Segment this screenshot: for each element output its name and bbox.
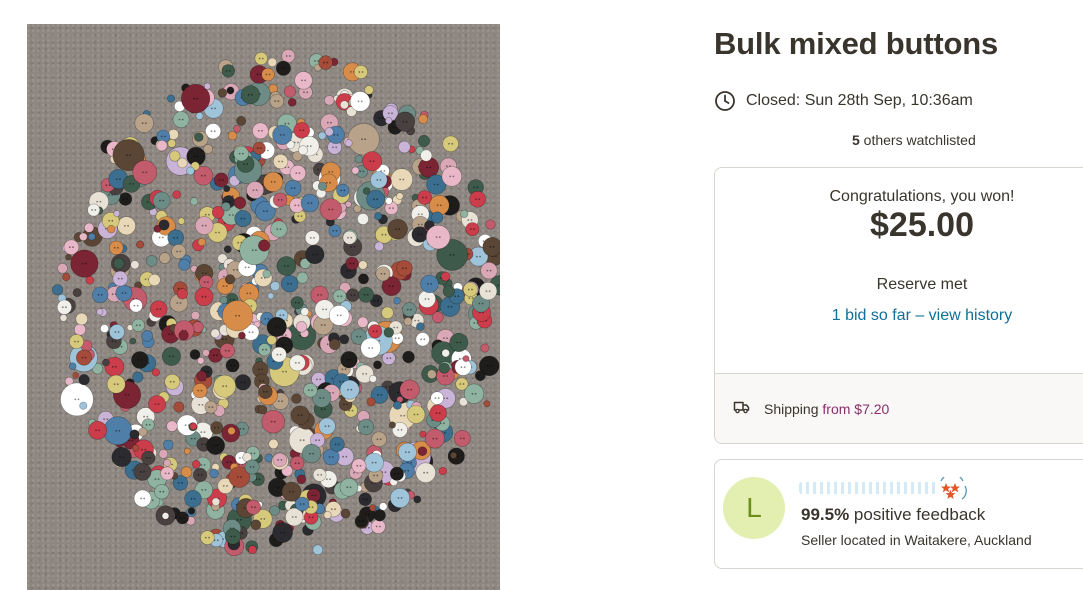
seller-location: Seller located in Waitakere, Auckland — [801, 532, 1032, 548]
seller-name-redacted — [799, 482, 939, 494]
feedback-label: positive feedback — [849, 505, 986, 524]
shipping-label: Shipping — [764, 400, 819, 417]
watchlist-count: 5 others watchlisted — [852, 132, 976, 148]
congrats-message: Congratulations, you won! — [829, 188, 1015, 205]
watchlist-number: 5 — [852, 132, 860, 148]
closed-status: Closed: Sun 28th Sep, 10:36am — [714, 90, 973, 112]
winning-price: $25.00 — [870, 206, 974, 244]
bid-status-card: Congratulations, you won! $25.00 Reserve… — [714, 167, 1083, 444]
watchlist-label: others watchlisted — [859, 132, 976, 148]
feedback-percent: 99.5% — [801, 505, 850, 524]
seller-card[interactable]: L 99.5% positive feedback Seller located… — [714, 459, 1083, 569]
closed-text: Closed: Sun 28th Sep, 10:36am — [746, 92, 973, 109]
buttons-image — [51, 49, 500, 557]
listing-title: Bulk mixed buttons — [714, 26, 999, 61]
bid-history-link[interactable]: 1 bid so far – view history — [715, 307, 1083, 325]
listing-photo[interactable] — [27, 24, 500, 590]
shipping-price: from $7.20 — [822, 400, 890, 417]
seller-feedback: 99.5% positive feedback — [801, 505, 985, 525]
truck-icon — [733, 400, 750, 417]
shipping-info[interactable]: Shipping from $7.20 — [733, 400, 889, 417]
seller-avatar[interactable]: L — [723, 477, 785, 539]
reserve-status: Reserve met — [876, 276, 968, 293]
clock-icon — [714, 90, 736, 112]
star-badge-icon — [935, 473, 969, 501]
